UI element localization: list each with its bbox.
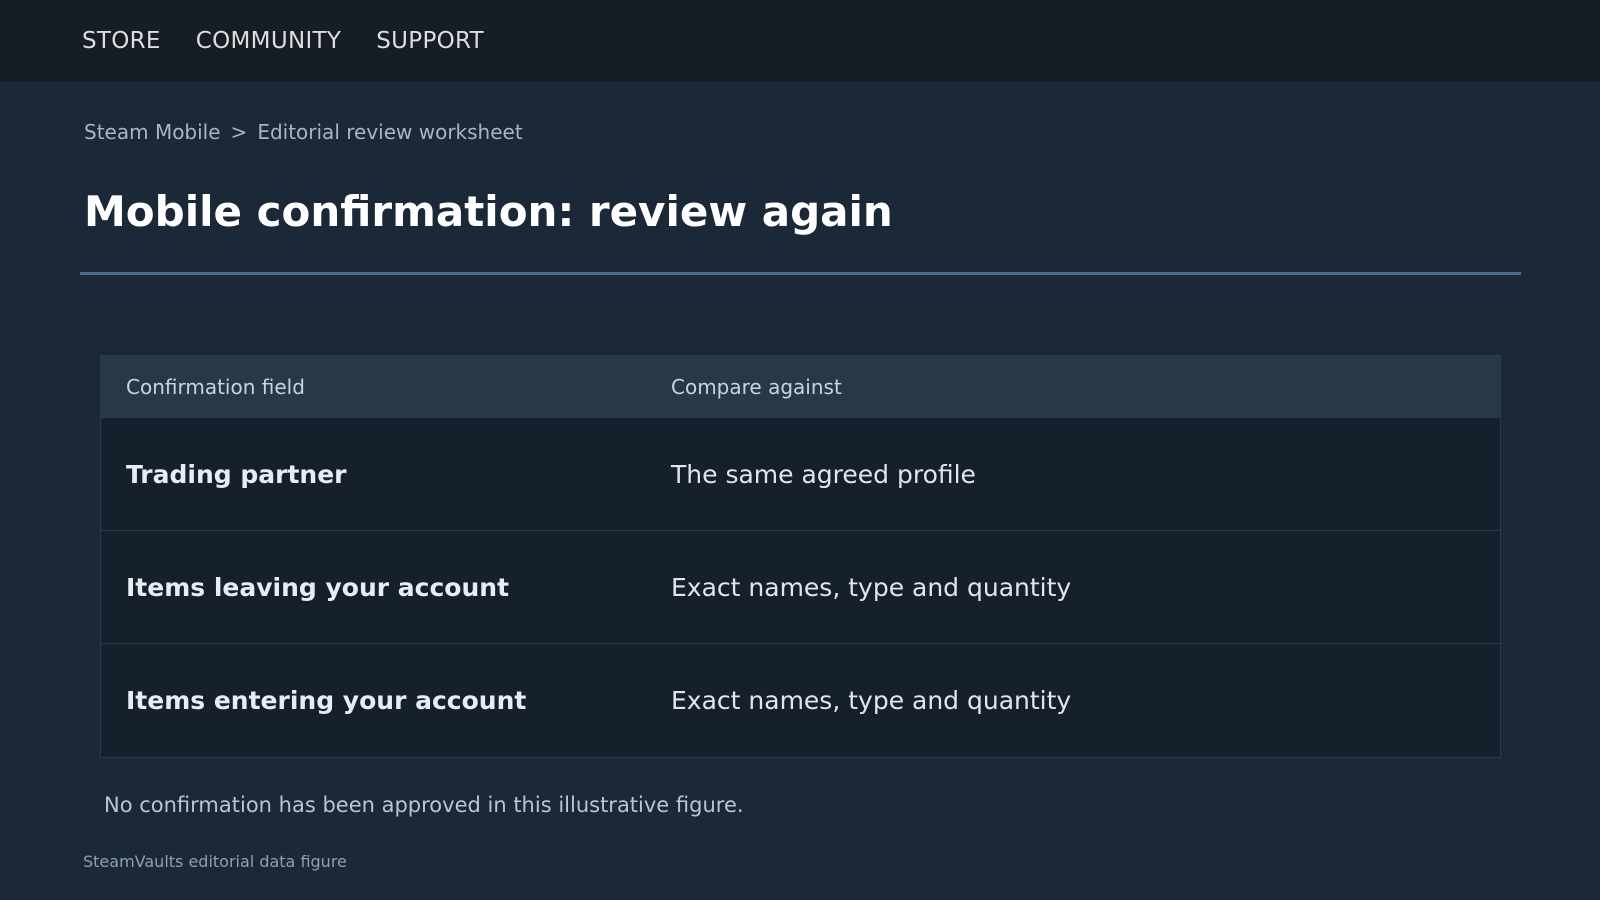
row-field-label: Items entering your account — [126, 686, 527, 715]
column-header-field: Confirmation field — [126, 374, 305, 399]
confirmation-review-table: Confirmation field Compare against Tradi… — [100, 355, 1501, 758]
breadcrumb-separator: > — [230, 120, 248, 144]
row-compare-value: Exact names, type and quantity — [671, 572, 1072, 602]
nav-support[interactable]: SUPPORT — [376, 28, 484, 54]
row-compare-value: Exact names, type and quantity — [671, 686, 1072, 715]
nav-community[interactable]: COMMUNITY — [196, 28, 341, 54]
breadcrumb-current: Editorial review worksheet — [257, 120, 523, 144]
table-row: Items entering your account Exact names,… — [101, 644, 1500, 757]
table-row: Trading partner The same agreed profile — [101, 418, 1500, 531]
row-field-label: Trading partner — [126, 459, 347, 489]
breadcrumb-parent-link[interactable]: Steam Mobile — [84, 120, 221, 144]
row-field-label: Items leaving your account — [126, 572, 510, 602]
row-compare-value: The same agreed profile — [671, 459, 976, 489]
title-divider — [80, 272, 1521, 275]
breadcrumb: Steam Mobile > Editorial review workshee… — [84, 120, 523, 144]
top-navigation: STORE COMMUNITY SUPPORT — [0, 0, 1600, 82]
page-title: Mobile confirmation: review again — [84, 187, 893, 236]
column-header-compare: Compare against — [671, 374, 842, 399]
nav-store[interactable]: STORE — [82, 28, 161, 54]
status-note: No confirmation has been approved in thi… — [104, 793, 744, 817]
table-row: Items leaving your account Exact names, … — [101, 531, 1500, 644]
table-header-row: Confirmation field Compare against — [101, 356, 1500, 418]
footer-caption: SteamVaults editorial data figure — [83, 852, 347, 871]
